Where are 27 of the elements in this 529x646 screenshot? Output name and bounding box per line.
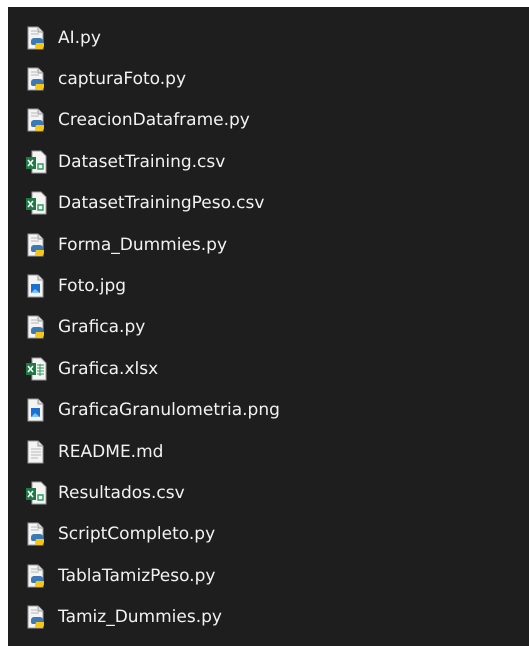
python-file-icon bbox=[25, 67, 47, 92]
file-name[interactable]: DatasetTrainingPeso.csv bbox=[58, 193, 264, 214]
file-name[interactable]: TablaTamizPeso.py bbox=[58, 566, 216, 586]
python-file-icon bbox=[25, 108, 47, 132]
python-file-icon bbox=[25, 315, 47, 340]
python-file-icon bbox=[25, 522, 47, 546]
file-name[interactable]: capturaFoto.py bbox=[58, 69, 186, 90]
spreadsheet-file-icon bbox=[25, 150, 47, 174]
python-file-icon bbox=[25, 232, 47, 257]
spreadsheet-file-icon bbox=[25, 191, 47, 216]
file-name[interactable]: README.md bbox=[58, 442, 164, 462]
file-name[interactable]: ScriptCompleto.py bbox=[58, 524, 216, 544]
file-name[interactable]: Tamiz_Dummies.py bbox=[58, 607, 222, 628]
python-file-icon bbox=[25, 564, 47, 588]
spreadsheet-file-icon bbox=[25, 356, 47, 381]
file-name[interactable]: GraficaGranulometria.png bbox=[58, 400, 280, 420]
python-file-icon bbox=[25, 26, 47, 50]
file-name[interactable]: DatasetTraining.csv bbox=[58, 152, 226, 172]
file-name[interactable]: Grafica.xlsx bbox=[58, 358, 158, 379]
python-file-icon bbox=[25, 605, 47, 630]
spreadsheet-file-icon bbox=[25, 480, 47, 505]
file-name[interactable]: Resultados.csv bbox=[58, 482, 185, 503]
file-name[interactable]: CreacionDataframe.py bbox=[58, 110, 250, 130]
file-name[interactable]: Foto.jpg bbox=[58, 276, 126, 296]
file-name[interactable]: AI.py bbox=[58, 28, 101, 48]
file-name[interactable]: Grafica.py bbox=[58, 317, 146, 338]
file-name[interactable]: Forma_Dummies.py bbox=[58, 234, 228, 255]
